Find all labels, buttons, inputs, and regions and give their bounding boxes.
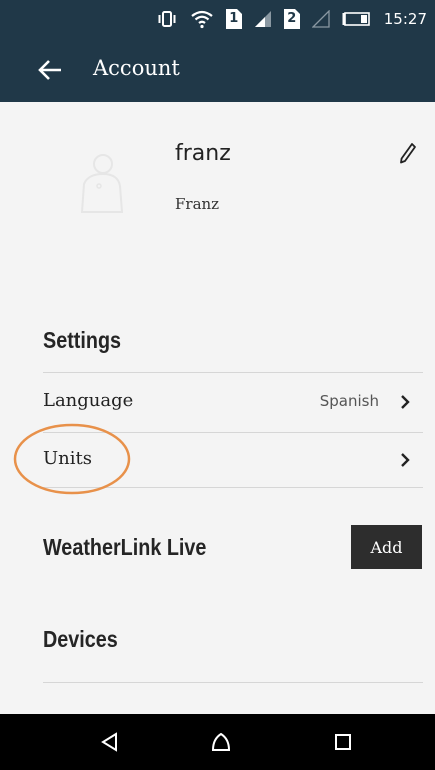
wifi-icon bbox=[191, 10, 213, 29]
system-nav-bar bbox=[0, 714, 435, 770]
vibrate-icon bbox=[158, 11, 176, 27]
display-name: Franz bbox=[175, 195, 220, 213]
home-icon bbox=[211, 732, 231, 751]
app-bar: Account bbox=[0, 38, 435, 102]
sim-1-label: 1 bbox=[229, 11, 239, 26]
language-value: Spanish bbox=[319, 392, 379, 410]
sim-2-badge: 2 bbox=[283, 9, 300, 29]
settings-heading: Settings bbox=[43, 327, 122, 353]
nav-back-button[interactable] bbox=[90, 724, 130, 760]
page-title: Account bbox=[93, 56, 180, 80]
back-button[interactable] bbox=[28, 52, 72, 88]
sim-1-badge: 1 bbox=[225, 9, 242, 29]
sim-2-label: 2 bbox=[287, 11, 297, 26]
triangle-back-icon bbox=[101, 732, 117, 752]
units-label: Units bbox=[43, 448, 92, 469]
add-weatherlink-button[interactable]: Add bbox=[351, 525, 422, 569]
divider bbox=[43, 432, 423, 433]
language-label: Language bbox=[43, 390, 134, 411]
units-row[interactable]: Units bbox=[43, 435, 423, 485]
edit-profile-button[interactable] bbox=[393, 138, 423, 168]
weatherlink-live-heading: WeatherLink Live bbox=[43, 534, 207, 560]
divider bbox=[43, 372, 423, 373]
status-bar: 1 2 15:27 bbox=[0, 0, 435, 38]
nav-home-button[interactable] bbox=[201, 724, 241, 760]
recents-square-icon bbox=[335, 734, 351, 750]
battery-icon bbox=[342, 12, 370, 26]
chevron-right-icon bbox=[401, 395, 410, 409]
status-icons: 1 2 15:27 bbox=[156, 7, 427, 31]
arrow-left-icon bbox=[38, 60, 61, 80]
signal-2-icon bbox=[311, 10, 330, 28]
language-row[interactable]: Language Spanish bbox=[43, 377, 423, 427]
chevron-right-icon bbox=[401, 453, 410, 467]
pencil-icon bbox=[400, 143, 416, 164]
divider bbox=[43, 682, 423, 683]
clock: 15:27 bbox=[383, 10, 427, 28]
username: franz bbox=[175, 141, 231, 166]
signal-1-icon bbox=[254, 11, 271, 27]
nav-recents-button[interactable] bbox=[323, 724, 363, 760]
avatar bbox=[72, 148, 130, 218]
user-placeholder-icon bbox=[80, 154, 124, 213]
divider bbox=[43, 487, 423, 488]
devices-heading: Devices bbox=[43, 626, 118, 652]
